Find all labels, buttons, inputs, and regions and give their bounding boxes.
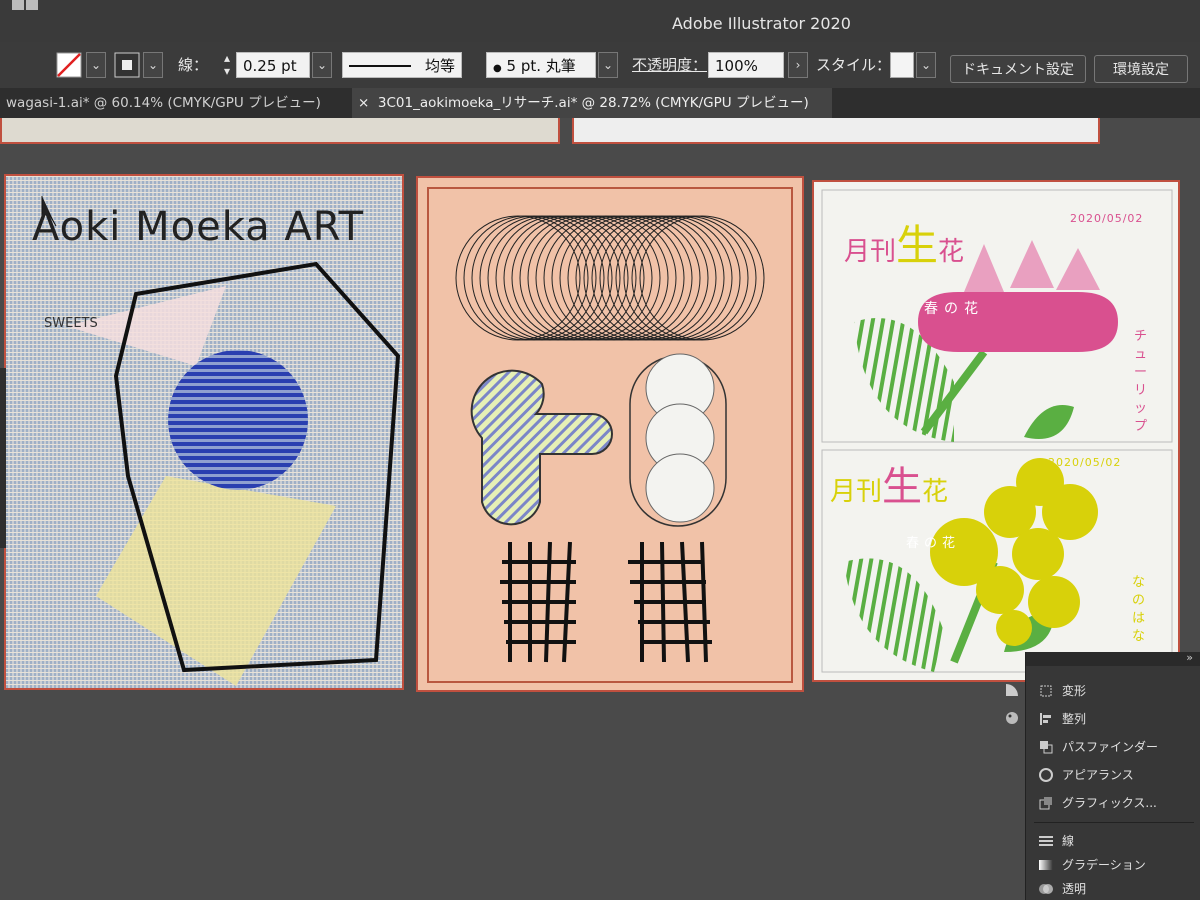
align-icon — [1040, 713, 1051, 725]
issue-date-top: 2020/05/02 — [1070, 212, 1144, 225]
vertical-title-top: チューリップ — [1134, 329, 1148, 434]
panel-item-transparency[interactable]: 透明 — [1039, 878, 1087, 900]
panel-item-label: 変形 — [1062, 684, 1087, 698]
caption-top: 春の花 — [924, 301, 984, 317]
style-dropdown-icon[interactable]: ⌄ — [916, 52, 936, 78]
transform-icon — [1040, 685, 1052, 697]
preferences-button[interactable]: 環境設定 — [1094, 55, 1188, 83]
panel-item-label: グラフィックス... — [1062, 796, 1157, 810]
opacity-arrow-icon[interactable]: › — [788, 52, 808, 78]
vertical-title-bottom: なのはな — [1132, 575, 1146, 644]
brush-label: 5 pt. 丸筆 — [506, 57, 576, 75]
magazine-flower-char: 花 — [938, 237, 965, 267]
artboard1-artwork — [6, 176, 402, 688]
artboard-monthly-flowers[interactable]: 月刊生花 2020/05/02 春の花 チューリップ 月刊生花 2020/05/… — [812, 180, 1180, 682]
magazine-label: 月刊 — [830, 477, 883, 507]
stroke-color-icon[interactable] — [114, 52, 140, 78]
brush-dropdown-icon[interactable]: ⌄ — [598, 52, 618, 78]
panel-item-label: アピアランス — [1062, 768, 1134, 782]
panel-header: » — [1026, 651, 1200, 666]
panel-item-appearance[interactable]: アピアランス — [1039, 764, 1134, 786]
art-title: Aoki Moeka ART — [32, 204, 365, 250]
graphic-style-swatch[interactable] — [890, 52, 914, 78]
stroke-dropdown-icon[interactable]: ⌄ — [143, 52, 163, 78]
title-bar: Adobe Illustrator 2020 — [0, 0, 1200, 42]
panel-divider — [1034, 822, 1194, 823]
panel-item-graphic-styles[interactable]: グラフィックス... — [1039, 792, 1157, 814]
control-bar: ⌄ ⌄ 線： ▴ ▾ 0.25 pt ⌄ 均等 ● 5 pt. 丸筆 ⌄ 不透明度… — [0, 42, 1200, 88]
panel-item-transform[interactable]: 変形 — [1040, 680, 1087, 702]
art-subtitle: SWEETS — [44, 316, 98, 331]
artboard-upper-right — [572, 118, 1100, 144]
collapse-panels-icon[interactable]: » — [1186, 651, 1193, 664]
magazine-title-bottom: 月刊生花 — [830, 454, 948, 512]
document-tabs: wagasi-1.ai* @ 60.14% (CMYK/GPU プレビュー) ×… — [0, 88, 1200, 118]
panel-item-label: 線 — [1062, 834, 1075, 848]
artboard2-artwork — [427, 187, 793, 683]
panel-dock: » 変形 整列 パスファインダー アピアランス グラフィックス... 線 グラデ… — [1006, 651, 1200, 900]
stroke-label: 線： — [178, 56, 209, 74]
stroke-weight-input[interactable]: 0.25 pt — [236, 52, 310, 78]
artboard-aoki-moeka-art[interactable]: Aoki Moeka ART SWEETS — [4, 174, 404, 690]
stroke-weight-dropdown-icon[interactable]: ⌄ — [312, 52, 332, 78]
magazine-label: 月刊 — [844, 237, 897, 267]
magazine-title-top: 月刊生花 — [844, 212, 964, 273]
brush-definition[interactable]: ● 5 pt. 丸筆 — [486, 52, 596, 78]
gradient-icon — [1039, 860, 1053, 870]
tab-wagasi[interactable]: wagasi-1.ai* @ 60.14% (CMYK/GPU プレビュー) — [0, 88, 352, 118]
tab-label: 3C01_aokimoeka_リサーチ.ai* @ 28.72% (CMYK/G… — [377, 95, 809, 111]
artboard-upper-left — [0, 118, 560, 144]
panel-item-label: パスファインダー — [1062, 740, 1159, 754]
magazine-big-char: 生 — [896, 221, 939, 270]
graphic-styles-icon — [1039, 797, 1052, 810]
appearance-icon — [1039, 768, 1053, 782]
magazine-big-char: 生 — [882, 464, 923, 510]
workspace-switcher-icon[interactable] — [12, 0, 40, 14]
brush-dot-icon: ● — [493, 63, 502, 74]
opacity-label[interactable]: 不透明度： — [632, 52, 707, 78]
panel-item-label: グラデーション — [1062, 858, 1146, 872]
tab-aokimoeka[interactable]: × 3C01_aokimoeka_リサーチ.ai* @ 28.72% (CMYK… — [352, 88, 832, 118]
fill-dropdown-icon[interactable]: ⌄ — [86, 52, 106, 78]
fill-color-icon[interactable] — [56, 52, 82, 78]
panel-item-pathfinder[interactable]: パスファインダー — [1040, 736, 1159, 758]
panel-item-stroke[interactable]: 線 — [1039, 830, 1075, 852]
panel-item-gradient[interactable]: グラデーション — [1039, 854, 1146, 876]
swatches-icon[interactable] — [1004, 710, 1020, 726]
stroke-weight-stepper-icon[interactable]: ▴ ▾ — [218, 52, 236, 78]
variable-width-profile[interactable]: 均等 — [342, 52, 462, 78]
issue-date-bottom: 2020/05/02 — [1048, 456, 1122, 469]
artboard-pattern-study[interactable] — [416, 176, 804, 692]
profile-label: 均等 — [424, 57, 455, 75]
toolbar-edge — [0, 368, 6, 548]
magazine-flower-char: 花 — [922, 477, 949, 507]
style-label: スタイル： — [816, 56, 892, 74]
caption-bottom: 春の花 — [906, 536, 961, 551]
panel-item-label: 透明 — [1062, 882, 1087, 896]
panel-item-label: 整列 — [1062, 712, 1087, 726]
canvas[interactable]: Aoki Moeka ART SWEETS 月刊生花 2020/05/02 春の… — [0, 118, 1200, 900]
profile-line-icon — [349, 65, 411, 67]
transparency-icon — [1039, 884, 1053, 894]
color-guide-icon[interactable] — [1004, 682, 1020, 698]
opacity-input[interactable]: 100% — [708, 52, 784, 78]
app-title: Adobe Illustrator 2020 — [672, 14, 851, 33]
tab-close-icon[interactable]: × — [358, 95, 369, 111]
stroke-icon — [1039, 836, 1053, 846]
document-settings-button[interactable]: ドキュメント設定 — [950, 55, 1086, 83]
panel-item-align[interactable]: 整列 — [1040, 708, 1087, 730]
pathfinder-icon — [1040, 741, 1053, 754]
